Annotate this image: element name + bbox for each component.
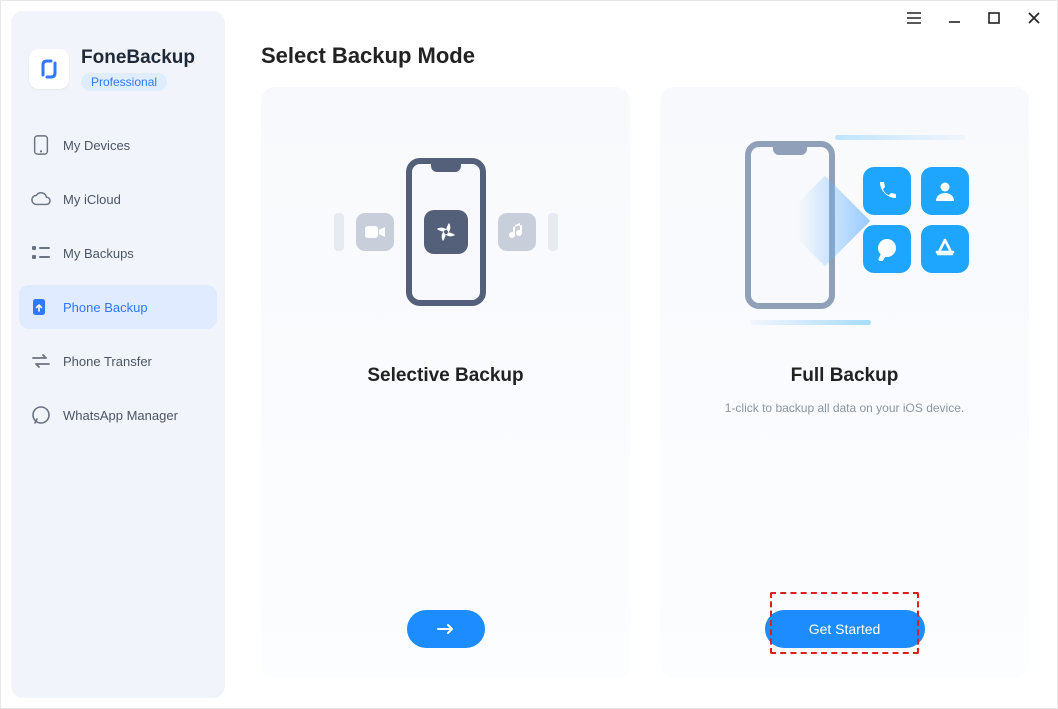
sidebar-item-my-devices[interactable]: My Devices (19, 123, 217, 167)
sidebar-item-my-backups[interactable]: My Backups (19, 231, 217, 275)
contact-icon (921, 167, 969, 215)
appstore-icon (921, 225, 969, 273)
sidebar-item-phone-transfer[interactable]: Phone Transfer (19, 339, 217, 383)
sidebar-item-label: WhatsApp Manager (63, 408, 178, 423)
page-title: Select Backup Mode (261, 43, 1029, 69)
sidebar-item-whatsapp-manager[interactable]: WhatsApp Manager (19, 393, 217, 437)
phone-call-icon (863, 167, 911, 215)
sidebar-item-label: Phone Transfer (63, 354, 152, 369)
transfer-icon (31, 351, 51, 371)
card-selective-backup[interactable]: Selective Backup (261, 87, 630, 678)
backup-mode-cards: Selective Backup (261, 87, 1029, 678)
main-content: Select Backup Mode (225, 1, 1057, 708)
sidebar-item-label: My iCloud (63, 192, 121, 207)
card-title: Full Backup (791, 365, 899, 387)
app-edition-badge: Professional (81, 73, 167, 91)
card-full-backup[interactable]: Full Backup 1-click to backup all data o… (660, 87, 1029, 678)
backup-icon (31, 297, 51, 317)
sidebar-item-label: My Backups (63, 246, 134, 261)
app-window: FoneBackup Professional My Devices My iC… (0, 0, 1058, 709)
full-backup-illustration (680, 107, 1009, 357)
card-title: Selective Backup (367, 365, 523, 387)
selective-backup-illustration (281, 107, 610, 357)
card-subtitle: 1-click to backup all data on your iOS d… (725, 401, 964, 415)
sidebar-item-label: My Devices (63, 138, 130, 153)
sidebar-item-label: Phone Backup (63, 300, 148, 315)
fan-icon (424, 210, 468, 254)
app-logo-icon (29, 49, 69, 89)
phone-outline-icon (406, 158, 486, 306)
arrow-right-icon (436, 623, 456, 635)
sidebar-nav: My Devices My iCloud My Backups Phone Ba… (11, 123, 225, 437)
get-started-button[interactable]: Get Started (765, 610, 925, 648)
brand: FoneBackup Professional (11, 47, 225, 91)
chat-icon (31, 405, 51, 425)
list-icon (31, 243, 51, 263)
sidebar-item-phone-backup[interactable]: Phone Backup (19, 285, 217, 329)
cloud-icon (31, 189, 51, 209)
phone-icon (31, 135, 51, 155)
music-icon (498, 213, 536, 251)
selective-backup-next-button[interactable] (407, 610, 485, 648)
video-icon (356, 213, 394, 251)
sidebar-item-my-icloud[interactable]: My iCloud (19, 177, 217, 221)
sidebar: FoneBackup Professional My Devices My iC… (11, 11, 225, 698)
app-title: FoneBackup (81, 47, 195, 69)
message-icon (863, 225, 911, 273)
